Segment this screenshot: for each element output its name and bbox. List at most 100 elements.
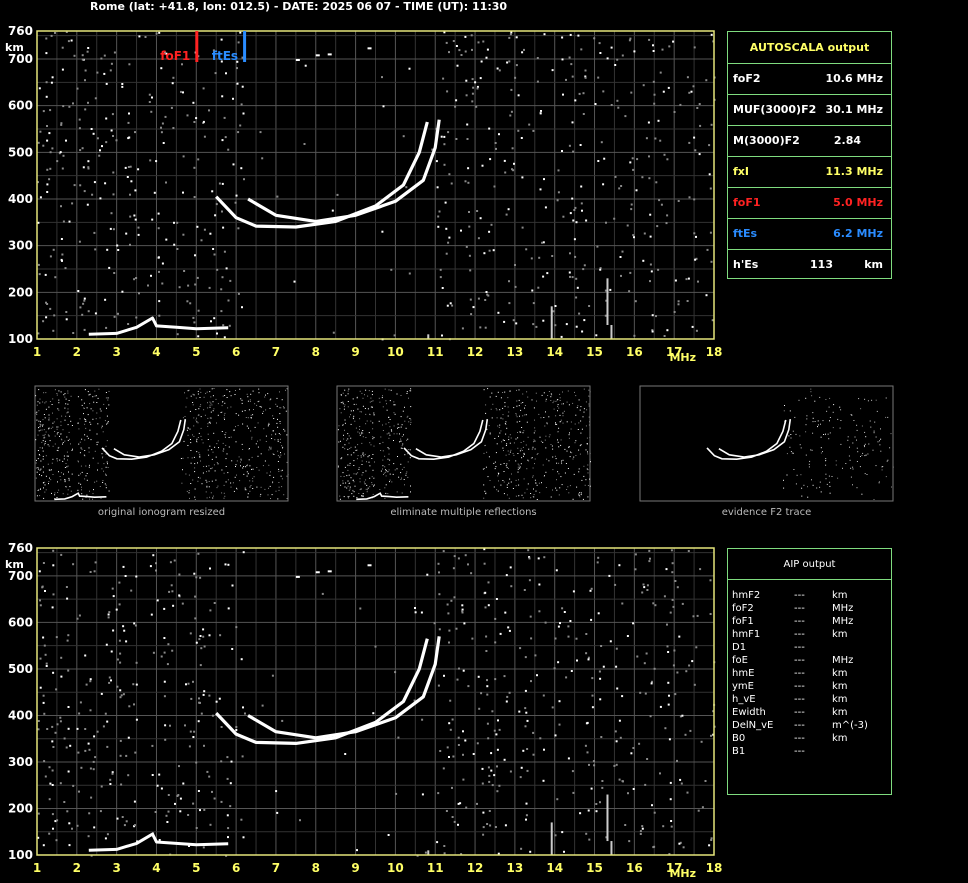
noise-dot [673,111,676,113]
noise-dot [651,804,653,807]
thumbnail-noise-dot [276,397,278,399]
thumbnail-noise-dot [188,492,190,494]
thumbnail-noise-dot [200,427,202,429]
noise-dot [110,650,113,653]
thumbnail-noise-dot [829,485,831,487]
thumbnail-noise-dot [64,481,66,483]
noise-dot [670,825,673,828]
x-tick-label: 14 [546,861,563,875]
thumbnail-noise-dot [856,429,858,431]
thumbnail-noise-dot [568,492,570,494]
noise-dot [100,57,103,60]
thumbnail-noise-dot [538,413,540,415]
thumbnail-noise-dot [200,460,201,462]
thumbnail-noise-dot [521,427,523,428]
thumbnail-noise-dot [803,484,805,486]
thumbnail-noise-dot [267,494,269,496]
noise-dot [54,276,57,279]
noise-dot [71,202,74,205]
noise-dot [696,614,699,617]
noise-dot [48,832,51,835]
noise-dot [538,583,541,586]
noise-dot [519,647,522,650]
thumbnail-noise-dot [36,414,38,415]
thumbnail-noise-dot [390,389,392,391]
thumbnail-noise-dot [241,399,243,401]
thumbnail-noise-dot [47,434,49,436]
thumbnail-noise-dot [87,437,89,439]
thumbnail-noise-dot [535,392,537,394]
thumbnail-noise-dot [515,479,517,481]
thumbnail-noise-dot [362,454,364,455]
thumbnail-noise-dot [274,439,276,441]
thumbnail-noise-dot [42,440,44,442]
noise-dot [414,607,416,609]
noise-dot [203,135,206,138]
thumbnail-noise-dot [211,404,213,406]
thumbnail-noise-dot [795,433,797,435]
noise-dot [87,310,90,313]
thumbnail-noise-dot [580,494,582,496]
thumbnail-noise-dot [565,463,567,464]
noise-dot [151,744,154,747]
thumbnail-noise-dot [344,422,346,424]
noise-dot [471,637,474,640]
noise-dot [445,41,448,44]
noise-dot [72,332,75,334]
thumbnail-noise-dot [260,453,262,455]
noise-dot [563,850,565,853]
thumbnail-noise-dot [43,429,45,431]
thumbnail-noise-dot [85,420,87,422]
thumbnail-noise-dot [67,390,69,392]
thumbnail-noise-dot [539,436,541,438]
thumbnail-noise-dot [497,425,499,427]
thumbnail-noise-dot [271,494,273,496]
noise-dot [439,750,442,752]
thumbnail-noise-dot [362,397,364,399]
noise-dot [128,112,130,115]
noise-dot [213,602,216,604]
thumbnail-noise-dot [536,400,537,402]
thumbnail-noise-dot [537,453,539,454]
thumbnail-noise-dot [497,490,499,492]
noise-dot [639,830,642,833]
noise-dot [443,674,445,677]
noise-dot [504,171,507,174]
noise-dot [60,123,63,126]
noise-dot [209,232,212,235]
noise-dot [667,681,670,684]
thumbnail-noise-dot [401,436,403,437]
thumbnail-noise-dot [558,427,560,429]
thumbnail-noise-dot [384,388,386,390]
thumbnail-noise-dot [281,445,283,447]
thumbnail-noise-dot [38,420,40,422]
thumbnail-noise-dot [340,412,342,414]
noise-dot [671,598,674,601]
thumbnail-noise-dot [583,408,585,410]
noise-dot [486,48,489,51]
noise-dot [124,575,127,577]
thumbnail-noise-dot [507,450,509,452]
thumbnail-noise-dot [280,454,282,456]
thumbnail-noise-dot [340,475,342,477]
noise-dot [466,123,469,126]
thumbnail-noise-dot [269,485,271,487]
thumbnail-noise-dot [353,410,354,412]
thumbnail-noise-dot [67,403,69,405]
thumbnail-noise-dot [400,395,402,396]
thumbnail-noise-dot [372,428,374,430]
noise-dot [542,694,545,697]
noise-dot [674,693,677,696]
noise-dot [237,131,240,134]
noise-dot [239,31,242,34]
thumbnail-noise-dot [59,435,60,437]
thumbnail-noise-dot [852,484,853,486]
thumbnail-noise-dot [277,461,279,462]
noise-dot [620,274,622,277]
thumbnail-noise-dot [556,489,558,491]
noise-dot [132,683,135,686]
noise-dot [167,794,170,796]
thumbnail-noise-dot [84,455,86,457]
noise-dot [652,846,655,849]
autoscala-param: foF1 [733,196,761,209]
